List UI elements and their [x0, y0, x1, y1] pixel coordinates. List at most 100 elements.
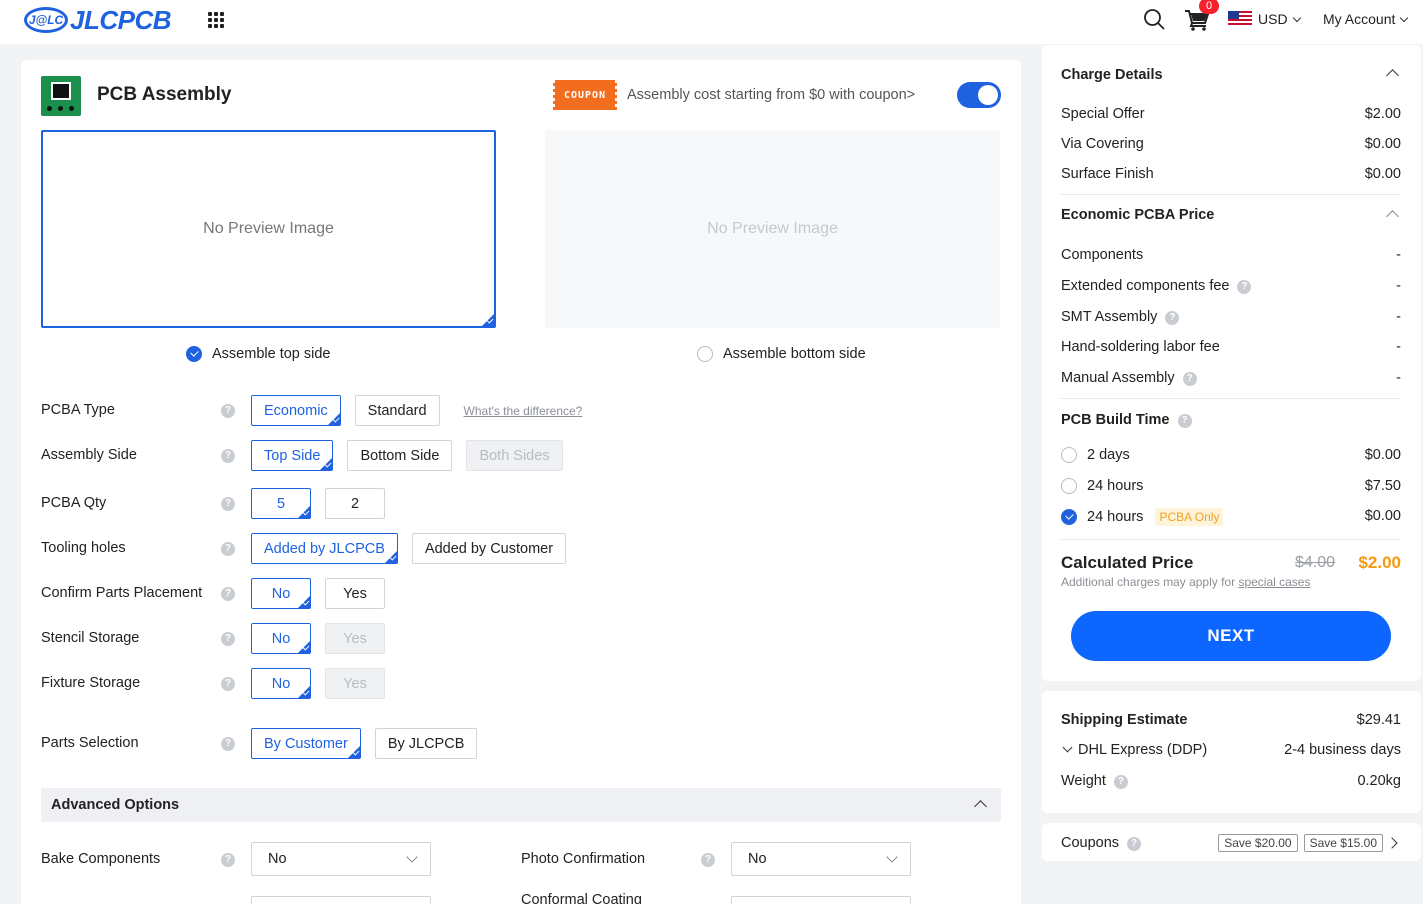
special-cases-link[interactable]: special cases	[1238, 575, 1310, 589]
help-icon[interactable]: ?	[221, 677, 235, 691]
help-icon[interactable]: ?	[221, 853, 235, 867]
option-label: Confirm Parts Placement	[41, 585, 203, 601]
option-label: PCBA Qty	[41, 495, 107, 511]
chevron-down-icon	[1400, 13, 1409, 23]
build-time-option[interactable]: 24 hours $7.50	[1061, 478, 1401, 498]
help-icon[interactable]: ?	[1165, 311, 1180, 325]
help-icon[interactable]: ?	[221, 404, 235, 418]
coupon-save-tag: Save $20.00	[1218, 834, 1298, 852]
radio-unchecked-icon	[1061, 447, 1077, 463]
coupons-card[interactable]: Coupons? Save $20.00 Save $15.00	[1042, 823, 1421, 861]
shipping-estimate-row: Shipping Estimate $29.41	[1061, 712, 1401, 728]
assemble-top-label: Assemble top side	[212, 346, 331, 362]
cart-count-badge: 0	[1199, 0, 1219, 14]
select-value: No	[268, 851, 287, 867]
parts-selection-customer-button[interactable]: By Customer	[251, 728, 361, 759]
account-label: My Account	[1323, 11, 1396, 27]
pcba-qty-2-button[interactable]: 2	[325, 488, 385, 519]
charge-row: Via Covering $0.00	[1061, 136, 1401, 152]
shipping-estimate-card: Shipping Estimate $29.41 DHL Express (DDP…	[1042, 691, 1421, 813]
option-label: Assembly Side	[41, 447, 137, 463]
bake-components-label: Bake Components	[41, 851, 161, 867]
whats-the-difference-link[interactable]: What's the difference?	[464, 404, 583, 418]
jlcpcb-logo[interactable]: J@LC JLCPCB	[24, 4, 172, 36]
help-icon[interactable]: ?	[1113, 775, 1128, 789]
advanced-options-title: Advanced Options	[51, 797, 180, 813]
pcb-assembly-icon	[41, 76, 81, 116]
chevron-down-icon	[1062, 742, 1073, 753]
chevron-up-icon[interactable]	[1386, 69, 1399, 82]
pcb-assembly-panel: PCB Assembly COUPON Assembly cost starti…	[21, 60, 1021, 904]
parts-selection-jlcpcb-button[interactable]: By JLCPCB	[374, 728, 478, 759]
fixture-storage-no-button[interactable]: No	[251, 668, 311, 699]
top-side-preview[interactable]: No Preview Image	[41, 130, 496, 328]
search-icon[interactable]	[1143, 8, 1165, 30]
economic-price-row: SMT Assembly? -	[1061, 309, 1401, 325]
bake-components-select[interactable]: No	[251, 842, 431, 876]
tooling-holes-jlcpcb-button[interactable]: Added by JLCPCB	[251, 533, 398, 564]
discounted-price: $2.00	[1358, 553, 1401, 572]
confirm-placement-no-button[interactable]: No	[251, 578, 311, 609]
coupon-icon: COUPON	[551, 80, 619, 110]
option-fixture-storage: Fixture Storage ? No Yes	[41, 668, 1001, 700]
economic-price-row: Manual Assembly? -	[1061, 370, 1401, 386]
help-icon[interactable]: ?	[221, 587, 235, 601]
top-navigation-bar: J@LC JLCPCB 0 USD My Account	[0, 0, 1423, 44]
charge-row: Surface Finish $0.00	[1061, 166, 1401, 182]
assembly-side-both-button[interactable]: Both Sides	[466, 440, 563, 471]
calculated-price-title: Calculated Price	[1061, 553, 1194, 572]
help-icon[interactable]: ?	[221, 497, 235, 511]
photo-confirmation-label: Photo Confirmation	[521, 851, 646, 867]
fixture-storage-yes-button[interactable]: Yes	[325, 668, 385, 699]
assembly-side-top-button[interactable]: Top Side	[251, 440, 334, 471]
help-icon[interactable]: ?	[221, 449, 235, 463]
assemble-bottom-label: Assemble bottom side	[723, 346, 866, 362]
economic-pcba-price-title: Economic PCBA Price	[1061, 207, 1215, 223]
advanced-options-header[interactable]: Advanced Options	[41, 788, 1001, 822]
help-icon[interactable]: ?	[221, 737, 235, 751]
shipping-method-selector[interactable]: DHL Express (DDP) 2-4 business days	[1061, 742, 1401, 762]
pcba-qty-5-button[interactable]: 5	[251, 488, 311, 519]
help-icon[interactable]: ?	[1127, 837, 1142, 851]
next-button[interactable]: NEXT	[1071, 611, 1391, 661]
help-icon[interactable]: ?	[1237, 280, 1252, 294]
build-time-option[interactable]: 2 days $0.00	[1061, 447, 1401, 467]
assemble-bottom-radio[interactable]: Assemble bottom side	[697, 346, 866, 362]
photo-confirmation-select[interactable]: No	[731, 842, 911, 876]
option-label: Stencil Storage	[41, 630, 140, 646]
coupon-promo-link[interactable]: Assembly cost starting from $0 with coup…	[627, 87, 915, 103]
help-icon[interactable]: ?	[1182, 372, 1197, 386]
apps-grid-icon[interactable]	[208, 12, 224, 28]
weight-row: Weight? 0.20kg	[1061, 773, 1401, 789]
option-label: Parts Selection	[41, 735, 139, 751]
help-icon[interactable]: ?	[221, 542, 235, 556]
pcba-type-economic-button[interactable]: Economic	[251, 395, 341, 426]
option-label: PCBA Type	[41, 402, 115, 418]
stencil-storage-yes-button[interactable]: Yes	[325, 623, 385, 654]
charge-details-card: Charge Details Special Offer $2.00 Via Co…	[1042, 45, 1421, 681]
select-value: No	[748, 851, 767, 867]
pcba-only-badge: PCBA Only	[1155, 508, 1224, 526]
economic-price-row: Hand-soldering labor fee -	[1061, 339, 1401, 355]
radio-checked-icon	[1061, 509, 1077, 525]
help-icon[interactable]: ?	[701, 853, 715, 867]
help-icon[interactable]: ?	[1177, 414, 1192, 428]
conformal-coating-select[interactable]	[731, 896, 911, 904]
my-account-menu[interactable]: My Account	[1323, 11, 1409, 27]
advanced-option-select[interactable]	[251, 896, 431, 904]
stencil-storage-no-button[interactable]: No	[251, 623, 311, 654]
chevron-up-icon[interactable]	[1386, 210, 1399, 223]
currency-selector[interactable]: USD	[1258, 11, 1301, 27]
preview-placeholder-text: No Preview Image	[203, 220, 334, 237]
build-time-option[interactable]: 24 hours PCBA Only $0.00	[1061, 508, 1401, 528]
pcb-assembly-toggle[interactable]	[957, 82, 1001, 108]
confirm-placement-yes-button[interactable]: Yes	[325, 578, 385, 609]
economic-price-row: Components -	[1061, 247, 1401, 263]
charge-details-title: Charge Details	[1061, 67, 1163, 83]
help-icon[interactable]: ?	[221, 632, 235, 646]
assemble-top-radio[interactable]: Assemble top side	[186, 346, 330, 362]
tooling-holes-customer-button[interactable]: Added by Customer	[411, 533, 567, 564]
assembly-side-bottom-button[interactable]: Bottom Side	[347, 440, 453, 471]
pcba-type-standard-button[interactable]: Standard	[354, 395, 440, 426]
bottom-side-preview[interactable]: No Preview Image	[545, 130, 1000, 328]
